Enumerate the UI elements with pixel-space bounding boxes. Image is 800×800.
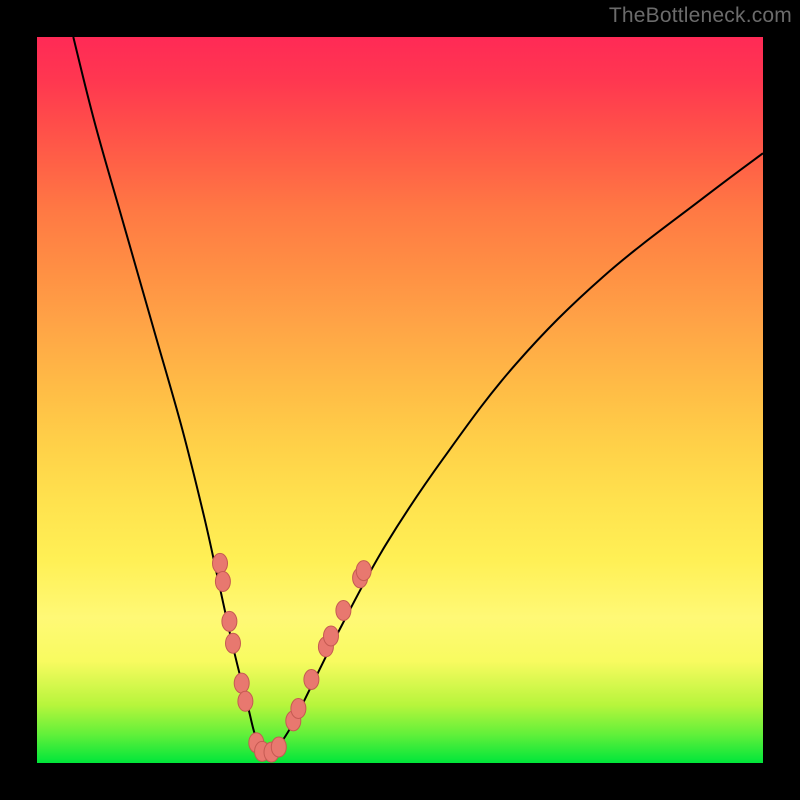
curve-marker — [336, 601, 351, 621]
curve-marker — [226, 633, 241, 653]
curve-marker — [291, 699, 306, 719]
curve-marker — [234, 673, 249, 693]
curve-marker — [213, 553, 228, 573]
plot-area — [37, 37, 763, 763]
curve-marker — [271, 737, 286, 757]
curve-marker — [304, 670, 319, 690]
chart-svg — [37, 37, 763, 763]
curve-marker — [356, 561, 371, 581]
curve-marker — [222, 611, 237, 631]
bottleneck-curve — [73, 37, 763, 756]
watermark-label: TheBottleneck.com — [609, 4, 792, 28]
chart-stage: TheBottleneck.com — [0, 0, 800, 800]
curve-marker — [324, 626, 339, 646]
curve-marker — [238, 691, 253, 711]
curve-marker — [215, 572, 230, 592]
